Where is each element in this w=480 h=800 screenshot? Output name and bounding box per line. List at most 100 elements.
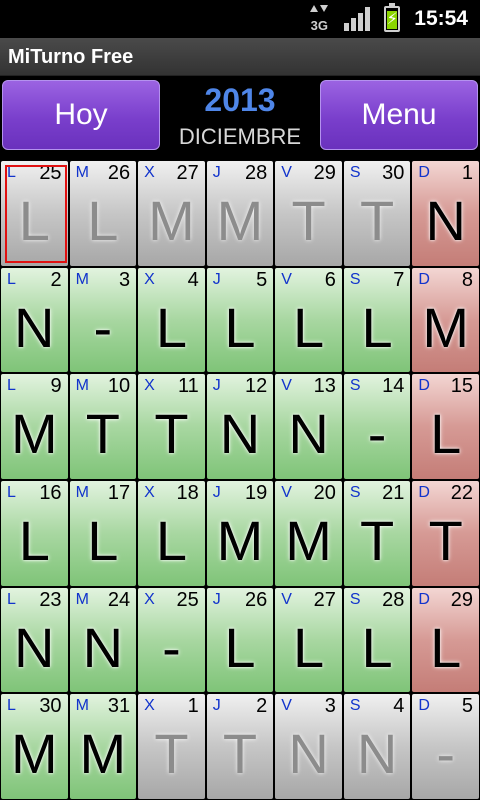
- shift-code: L: [430, 402, 462, 466]
- weekday-letter: V: [281, 164, 292, 181]
- weekday-letter: D: [418, 164, 430, 181]
- day-number: 5: [461, 695, 473, 718]
- calendar-day[interactable]: J 2 T: [206, 694, 274, 799]
- network-3g-icon: 3G: [308, 5, 330, 33]
- calendar-day[interactable]: J 12 N: [206, 374, 274, 479]
- calendar-day[interactable]: S 4 N: [343, 694, 411, 799]
- day-number: 2: [256, 695, 268, 718]
- calendar-day[interactable]: V 3 N: [275, 694, 342, 799]
- calendar-day[interactable]: X 1 T: [138, 694, 205, 799]
- calendar-day[interactable]: L 30 M: [1, 694, 68, 799]
- calendar-day[interactable]: L 2 N: [1, 267, 68, 373]
- calendar-day[interactable]: S 30 T: [343, 161, 411, 266]
- weekday-letter: S: [349, 270, 361, 288]
- weekday-letter: X: [144, 164, 155, 181]
- calendar-day[interactable]: X 27 M: [138, 161, 205, 266]
- weekday-letter: L: [7, 483, 16, 501]
- calendar-day[interactable]: D 8 M: [412, 267, 479, 373]
- day-number: 3: [119, 268, 131, 291]
- weekday-letter: X: [144, 270, 155, 288]
- calendar-day[interactable]: X 11 T: [138, 374, 205, 479]
- calendar-day[interactable]: S 14 -: [343, 374, 411, 479]
- calendar-day[interactable]: D 22 T: [412, 480, 479, 586]
- calendar-day[interactable]: J 26 L: [206, 587, 274, 693]
- shift-code: M: [285, 508, 332, 572]
- day-number: 23: [39, 588, 62, 611]
- weekday-letter: M: [75, 590, 89, 608]
- calendar-day[interactable]: J 5L: [206, 267, 274, 373]
- shift-code: L: [155, 508, 187, 572]
- day-number: 12: [245, 375, 268, 398]
- shift-code: L: [224, 615, 256, 679]
- calendar-day[interactable]: X 4L: [138, 267, 205, 373]
- shift-code: N: [14, 295, 55, 359]
- shift-code: -: [93, 295, 113, 359]
- day-number: 10: [107, 375, 131, 398]
- calendar-day[interactable]: J 19 M: [206, 480, 274, 586]
- day-number: 25: [39, 162, 62, 184]
- calendar-day[interactable]: M 24 N: [69, 587, 137, 693]
- shift-code: M: [10, 722, 58, 786]
- status-bar: 3G ⚡ 15:54: [0, 0, 480, 38]
- calendar-day[interactable]: V 20 M: [275, 480, 342, 586]
- calendar-day[interactable]: L 16 L: [1, 480, 68, 586]
- calendar-day-today[interactable]: L 25 L: [1, 161, 68, 266]
- calendar-grid: L 25 L M 26 L X 27 M J 28 M V 29 T S 30 T D 1 N L 2 N M 3- X 4 L J 5 L V…: [0, 160, 480, 800]
- day-number: 13: [313, 375, 336, 398]
- calendar-day[interactable]: S 21 T: [343, 480, 411, 586]
- calendar-day[interactable]: M 10 T: [69, 374, 137, 479]
- battery-charging-icon: ⚡: [384, 3, 401, 32]
- calendar-day[interactable]: X 25 -: [138, 587, 205, 693]
- calendar-day[interactable]: V 13 N: [275, 374, 342, 479]
- shift-code: L: [155, 295, 187, 359]
- weekday-letter: J: [212, 164, 221, 181]
- weekday-letter: S: [349, 377, 361, 395]
- calendar-day[interactable]: V 29 T: [275, 161, 342, 266]
- calendar-day[interactable]: D 1 N: [412, 161, 479, 266]
- day-number: 1: [187, 695, 199, 718]
- shift-code: N: [288, 722, 329, 786]
- weekday-letter: V: [281, 270, 292, 288]
- day-number: 28: [382, 588, 405, 611]
- shift-code: M: [216, 189, 264, 252]
- network-label: 3G: [310, 18, 328, 33]
- calendar-day[interactable]: J 28 M: [206, 161, 274, 266]
- calendar-day[interactable]: S 7L: [343, 267, 411, 373]
- weekday-letter: J: [212, 697, 221, 715]
- calendar-day[interactable]: M 26 L: [69, 161, 137, 266]
- calendar-day[interactable]: M 31 M: [69, 694, 137, 799]
- day-number: 8: [461, 268, 473, 291]
- weekday-letter: X: [144, 483, 155, 501]
- calendar-day[interactable]: M 17 L: [69, 480, 137, 586]
- shift-code: N: [14, 615, 55, 679]
- shift-code: T: [154, 722, 189, 786]
- calendar-day[interactable]: L 23 N: [1, 587, 68, 693]
- shift-code: L: [292, 615, 325, 679]
- weekday-letter: V: [281, 483, 292, 501]
- calendar-day[interactable]: X 18 L: [138, 480, 205, 586]
- weekday-letter: L: [7, 270, 16, 288]
- day-number: 29: [450, 588, 473, 611]
- calendar-day[interactable]: D 15 L: [412, 374, 479, 479]
- calendar-day[interactable]: S 28 L: [343, 587, 411, 693]
- calendar-day[interactable]: V 27 L: [275, 587, 342, 693]
- calendar-header: Hoy 2013 DICIEMBRE Menu: [0, 76, 480, 160]
- day-number: 31: [107, 695, 131, 718]
- shift-code: L: [224, 295, 256, 359]
- day-number: 4: [187, 268, 199, 291]
- weekday-letter: L: [7, 164, 16, 181]
- weekday-letter: J: [212, 483, 221, 501]
- day-number: 26: [107, 162, 131, 184]
- weekday-letter: M: [75, 377, 89, 395]
- calendar-day[interactable]: D 29 L: [412, 587, 479, 693]
- menu-button[interactable]: Menu: [320, 80, 478, 150]
- calendar-day[interactable]: D 5-: [412, 694, 479, 799]
- calendar-day[interactable]: M 3-: [69, 267, 137, 373]
- day-number: 26: [245, 588, 268, 611]
- calendar-day[interactable]: L 9 M: [1, 374, 68, 479]
- day-number: 3: [324, 695, 336, 718]
- today-button[interactable]: Hoy: [2, 80, 160, 150]
- calendar-day[interactable]: V 6 L: [275, 267, 342, 373]
- weekday-letter: M: [75, 164, 89, 181]
- weekday-letter: L: [7, 590, 16, 608]
